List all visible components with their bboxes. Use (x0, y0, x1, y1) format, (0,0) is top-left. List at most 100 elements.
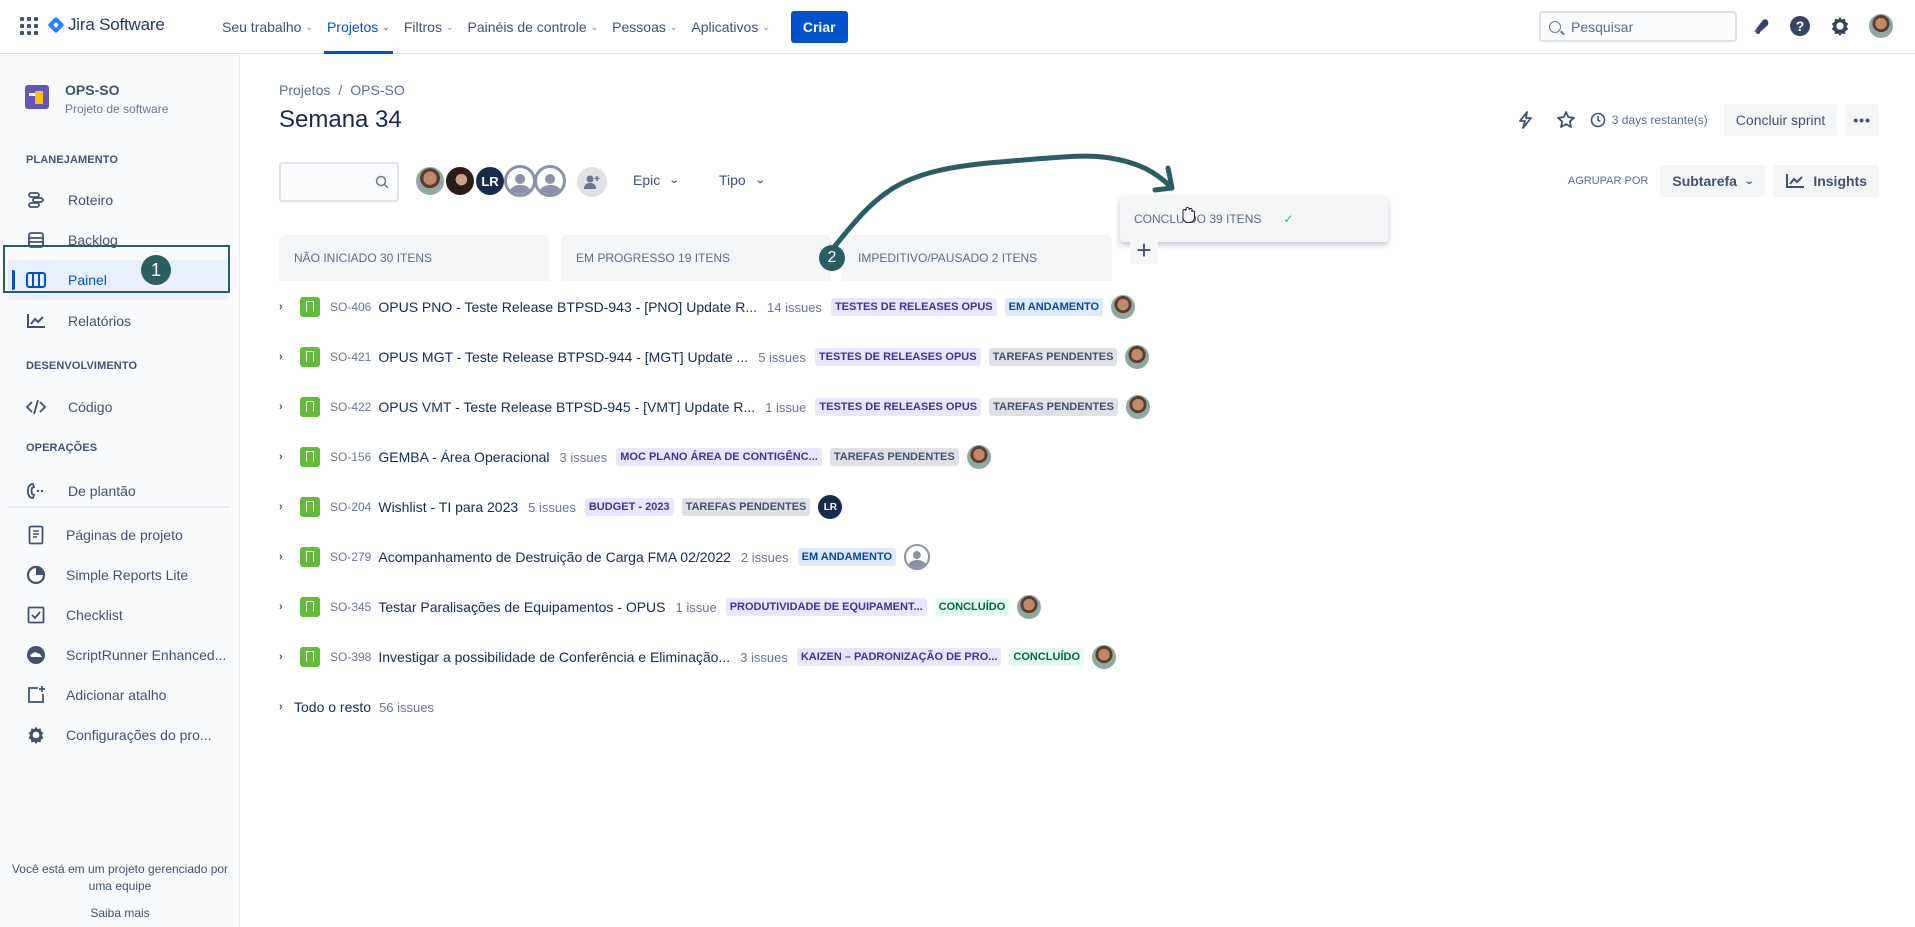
nav-item-projetos[interactable]: Projetos ⌄ (320, 0, 397, 54)
automation-icon[interactable] (1510, 104, 1542, 136)
project-header[interactable]: OPS-SO Projeto de software (25, 82, 169, 116)
board-search[interactable] (279, 162, 399, 202)
sidebar-item-simple-reports-lite[interactable]: Simple Reports Lite (8, 555, 228, 595)
issue-summary[interactable]: OPUS VMT - Teste Release BTPSD-945 - [VM… (378, 399, 755, 415)
sidebar-item-scriptrunner-enhanced[interactable]: ScriptRunner Enhanced... (8, 635, 228, 675)
chevron-down-icon: ⌄ (590, 21, 599, 32)
column-title: NÃO INICIADO 30 ITENS (294, 251, 433, 265)
issue-key[interactable]: SO-156 (330, 450, 371, 464)
issue-summary[interactable]: GEMBA - Área Operacional (378, 449, 549, 465)
column-done-dragging[interactable]: CONCLUÍDO 39 ITENS ✓ (1120, 196, 1388, 242)
column-todo[interactable]: NÃO INICIADO 30 ITENS (279, 235, 549, 281)
swimlane-rest[interactable]: › Todo o resto 56 issues (279, 692, 443, 722)
nav-item-seu-trabalho[interactable]: Seu trabalho ⌄ (215, 0, 320, 54)
chevron-right-icon[interactable]: › (279, 551, 294, 563)
board-search-input[interactable] (295, 174, 375, 190)
issue-key[interactable]: SO-279 (330, 550, 371, 564)
breadcrumb-projects[interactable]: Projetos (279, 82, 330, 98)
more-actions-button[interactable]: ••• (1845, 104, 1879, 136)
swimlane-row[interactable]: › SO-204 Wishlist - TI para 2023 5 issue… (279, 492, 843, 522)
nav-item-filtros[interactable]: Filtros ⌄ (397, 0, 461, 54)
assignee-filter-avatar[interactable] (504, 165, 536, 197)
swimlane-row[interactable]: › SO-421 OPUS MGT - Teste Release BTPSD-… (279, 342, 1150, 372)
assignee-avatar[interactable] (1017, 595, 1042, 619)
swimlane-row[interactable]: › SO-279 Acompanhamento de Destruição de… (279, 542, 931, 572)
column-in-progress[interactable]: EM PROGRESSO 19 ITENS (561, 235, 831, 281)
issue-key[interactable]: SO-204 (330, 500, 371, 514)
epic-filter-dropdown[interactable]: Epic ⌄ (633, 172, 680, 188)
assignee-avatar[interactable]: LR (818, 495, 843, 519)
sidebar-item-codigo[interactable]: Código (8, 387, 228, 427)
assignee-filter-avatar[interactable]: LR (474, 165, 506, 197)
issue-summary[interactable]: Testar Paralisações de Equipamentos - OP… (378, 599, 665, 615)
sidebar-item-de-plantao[interactable]: De plantão (8, 471, 228, 511)
chevron-right-icon[interactable]: › (279, 301, 294, 313)
star-icon[interactable] (1550, 104, 1582, 136)
add-column-button[interactable]: + (1130, 235, 1158, 265)
issue-summary[interactable]: OPUS MGT - Teste Release BTPSD-944 - [MG… (378, 349, 748, 365)
issue-key[interactable]: SO-421 (330, 350, 371, 364)
complete-sprint-button[interactable]: Concluir sprint (1723, 104, 1838, 136)
insights-button[interactable]: Insights (1773, 165, 1879, 197)
sidebar-item-paginas-de-projeto[interactable]: Páginas de projeto (8, 515, 228, 555)
sidebar-item-checklist[interactable]: Checklist (8, 595, 228, 635)
nav-item-pessoas[interactable]: Pessoas ⌄ (605, 0, 684, 54)
issue-key[interactable]: SO-398 (330, 650, 371, 664)
chevron-right-icon[interactable]: › (279, 501, 294, 513)
chevron-right-icon[interactable]: › (279, 451, 294, 463)
app-switcher-icon[interactable] (20, 17, 38, 35)
nav-item-aplicativos[interactable]: Aplicativos ⌄ (684, 0, 776, 54)
assignee-avatar[interactable] (904, 544, 931, 570)
chevron-right-icon[interactable]: › (279, 651, 294, 663)
search-input[interactable] (1571, 18, 1721, 35)
issue-summary[interactable]: Wishlist - TI para 2023 (378, 499, 518, 515)
sidebar-item-roteiro[interactable]: Roteiro (8, 180, 228, 220)
type-filter-dropdown[interactable]: Tipo ⌄ (719, 172, 765, 188)
jira-logo[interactable]: Jira Software (47, 15, 165, 35)
issue-key[interactable]: SO-422 (330, 400, 371, 414)
nav-menu: Seu trabalho ⌄ Projetos ⌄ Filtros ⌄ Painéis de… (215, 0, 848, 54)
issue-summary[interactable]: Acompanhamento de Destruição de Carga FM… (378, 549, 731, 565)
issue-summary[interactable]: OPUS PNO - Teste Release BTPSD-943 - [PN… (378, 299, 757, 315)
swimlane-row[interactable]: › SO-422 OPUS VMT - Teste Release BTPSD-… (279, 392, 1150, 422)
create-button[interactable]: Criar (790, 11, 848, 43)
add-people-button[interactable] (577, 167, 607, 197)
chevron-right-icon[interactable]: › (279, 401, 294, 413)
assignee-avatar[interactable] (1125, 345, 1150, 369)
issue-key[interactable]: SO-406 (330, 300, 371, 314)
header-actions: 3 days restante(s) Concluir sprint ••• (1510, 104, 1879, 136)
nav-item-painéis-de-controle[interactable]: Painéis de controle ⌄ (461, 0, 606, 54)
global-search[interactable] (1539, 11, 1737, 42)
column-blocked[interactable]: IMPEDITIVO/PAUSADO 2 ITENS (842, 235, 1112, 281)
issue-key[interactable]: SO-345 (330, 600, 371, 614)
assignee-filter-avatar[interactable] (534, 165, 566, 197)
assignee-avatar[interactable] (1125, 395, 1150, 419)
swimlane-row[interactable]: › SO-345 Testar Paralisações de Equipame… (279, 592, 1042, 622)
chevron-right-icon[interactable]: › (279, 351, 294, 363)
assignee-avatar[interactable] (966, 445, 991, 469)
notifications-icon[interactable] (1750, 15, 1772, 37)
learn-more-link[interactable]: Saiba mais (0, 905, 240, 922)
chevron-right-icon[interactable]: › (279, 601, 294, 613)
project-type: Projeto de software (65, 102, 169, 116)
sidebar-item-configuracoes-do-pro[interactable]: Configurações do pro... (8, 715, 228, 755)
sprint-time-remaining: 3 days restante(s) (1590, 112, 1708, 128)
profile-avatar[interactable] (1869, 14, 1893, 38)
breadcrumb-separator: / (338, 82, 343, 98)
assignee-filter-avatar[interactable] (444, 165, 476, 197)
search-icon (1549, 20, 1561, 33)
sidebar-item-adicionar-atalho[interactable]: Adicionar atalho (8, 675, 228, 715)
breadcrumb-project[interactable]: OPS-SO (350, 82, 404, 98)
chevron-right-icon: › (279, 701, 283, 713)
issue-summary[interactable]: Investigar a possibilidade de Conferênci… (378, 649, 730, 665)
assignee-avatar[interactable] (1111, 295, 1136, 319)
assignee-avatar[interactable] (1092, 645, 1117, 669)
assignee-filter-avatar[interactable] (414, 165, 446, 197)
settings-icon[interactable] (1829, 15, 1851, 37)
group-by-dropdown[interactable]: Subtarefa ⌄ (1660, 165, 1766, 197)
swimlane-row[interactable]: › SO-406 OPUS PNO - Teste Release BTPSD-… (279, 292, 1136, 322)
help-icon[interactable]: ? (1789, 15, 1811, 37)
swimlane-row[interactable]: › SO-398 Investigar a possibilidade de C… (279, 642, 1117, 672)
sidebar-item-relatorios[interactable]: Relatórios (8, 301, 228, 341)
swimlane-row[interactable]: › SO-156 GEMBA - Área Operacional 3 issu… (279, 442, 991, 472)
